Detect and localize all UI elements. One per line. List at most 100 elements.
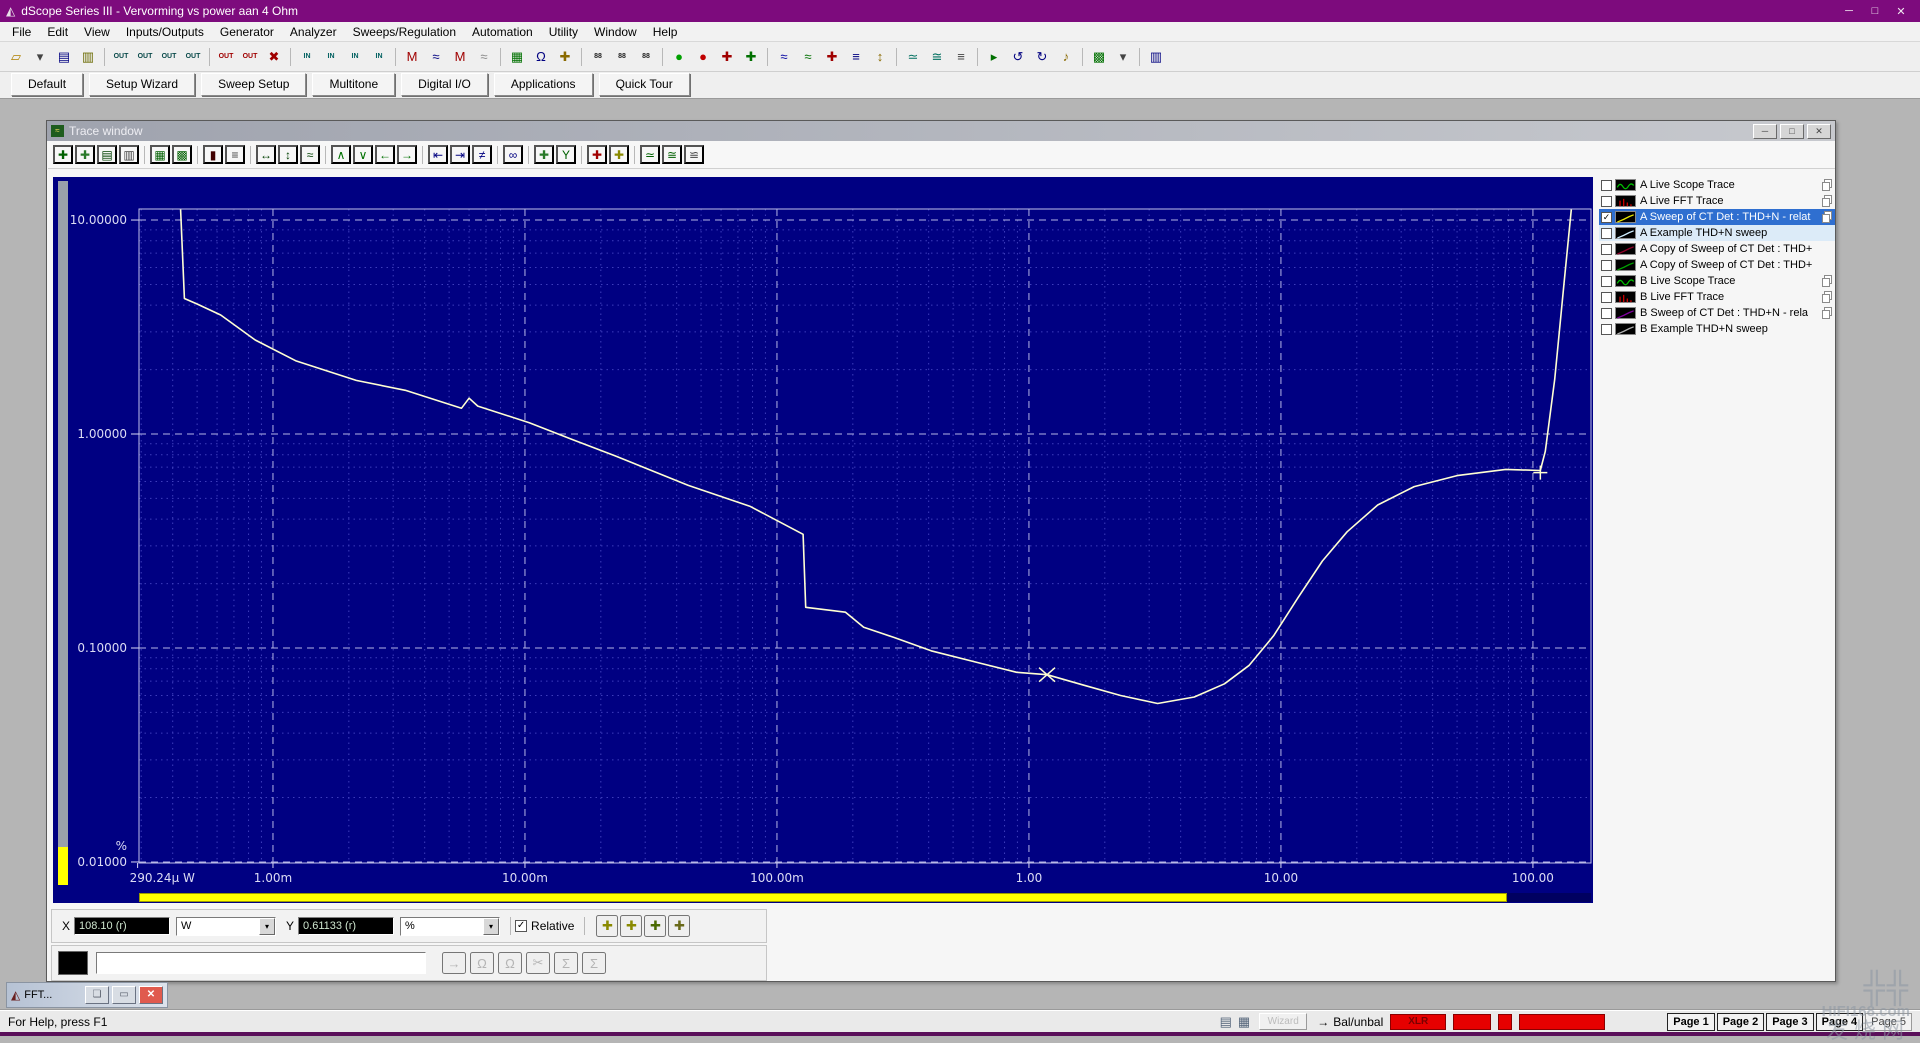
out-ch3-icon[interactable]: OUT (158, 46, 180, 68)
sum-eq-icon[interactable]: Σ (554, 952, 578, 974)
tab-digital-i-o[interactable]: Digital I/O (401, 73, 488, 96)
settings-tools-icon[interactable]: ✚ (554, 46, 576, 68)
regulation-1-icon[interactable]: ≃ (902, 46, 924, 68)
in-ch3-icon[interactable]: IN (344, 46, 366, 68)
in-ch1-icon[interactable]: IN (296, 46, 318, 68)
trace-list-item[interactable]: B Sweep of CT Det : THD+N - rela (1599, 305, 1835, 321)
cursor-goto-icon[interactable]: ✚ (644, 915, 666, 937)
page-button-1[interactable]: Page 1 (1667, 1013, 1714, 1031)
trace-visibility-checkbox[interactable] (1601, 324, 1612, 335)
trace-window-close-button[interactable]: ✕ (1807, 124, 1831, 139)
meter-icon[interactable]: Ω (530, 46, 552, 68)
trace-chart[interactable]: 290.24µ W1.00m10.00m100.00m1.0010.00100.… (53, 177, 1593, 903)
y-zoom-slider-handle[interactable] (58, 847, 68, 885)
shift-left-icon[interactable]: ← (375, 145, 395, 164)
grid-view-icon[interactable]: ▩ (1088, 46, 1110, 68)
trace-visibility-checkbox[interactable] (1601, 276, 1612, 287)
shift-up-icon[interactable]: ∧ (331, 145, 351, 164)
autofit-icon[interactable]: ≈ (300, 145, 320, 164)
graph-style-icon[interactable]: ▩ (172, 145, 192, 164)
out-mute2-icon[interactable]: OUT (239, 46, 261, 68)
fft-window-taskbar-item[interactable]: ◭ FFT... ❏ ▭ ✕ (6, 982, 168, 1008)
tab-default[interactable]: Default (11, 73, 83, 96)
menu-edit[interactable]: Edit (39, 23, 76, 41)
trace-list-item[interactable]: A Example THD+N sweep (1599, 225, 1835, 241)
trigger-icon[interactable]: ↕ (869, 46, 891, 68)
out-ch4-icon[interactable]: OUT (182, 46, 204, 68)
annotation-input[interactable] (96, 952, 426, 974)
script-redo-icon[interactable]: ↻ (1031, 46, 1053, 68)
inspect-icon[interactable]: ∞ (503, 145, 523, 164)
out-ch1-icon[interactable]: OUT (110, 46, 132, 68)
sweep-lines-2-icon[interactable]: ≈ (797, 46, 819, 68)
fft-maximize-button[interactable]: ▭ (112, 986, 136, 1004)
out-ch2-icon[interactable]: OUT (134, 46, 156, 68)
fft-restore-button[interactable]: ❏ (85, 986, 109, 1004)
start-run-icon[interactable]: ● (668, 46, 690, 68)
alert-bell-icon[interactable]: ♪ (1055, 46, 1077, 68)
trace-chart-canvas[interactable]: 290.24µ W1.00m10.00m100.00m1.0010.00100.… (53, 177, 1593, 903)
minimize-button[interactable]: ─ (1836, 5, 1862, 17)
shift-down-icon[interactable]: ∨ (353, 145, 373, 164)
bal-unbal-label[interactable]: Bal/unbal (1333, 1015, 1383, 1029)
zoom-x-icon[interactable]: ↔ (256, 145, 276, 164)
trace-visibility-checkbox[interactable] (1601, 260, 1612, 271)
menu-analyzer[interactable]: Analyzer (282, 23, 345, 41)
generator-panel-icon[interactable]: M (401, 46, 423, 68)
monitor-icon[interactable]: ▦ (1238, 1014, 1250, 1030)
cursor-b-icon[interactable]: ✚ (620, 915, 642, 937)
sweep-lines-icon[interactable]: ≈ (773, 46, 795, 68)
chevron-down-icon[interactable]: ▾ (483, 918, 499, 935)
x-unit-select[interactable]: W ▾ (176, 917, 276, 936)
menu-window[interactable]: Window (586, 23, 645, 41)
marker-red-icon[interactable]: ✚ (587, 145, 607, 164)
trace-window-minimize-button[interactable]: ─ (1753, 124, 1777, 139)
save-trace-icon[interactable]: ▤ (97, 145, 117, 164)
trace-window-maximize-button[interactable]: □ (1780, 124, 1804, 139)
wizard-button[interactable]: Wizard (1259, 1013, 1307, 1030)
out-mute1-icon[interactable]: OUT (215, 46, 237, 68)
loop-a-icon[interactable]: Ω (470, 952, 494, 974)
trace-list-item[interactable]: A Copy of Sweep of CT Det : THD+ (1599, 241, 1835, 257)
copy-trace-icon[interactable] (1821, 211, 1833, 226)
trace-visibility-checkbox[interactable] (1601, 244, 1612, 255)
cursor-delta-icon[interactable]: ≠ (472, 145, 492, 164)
outputs-off-icon[interactable]: ✖ (263, 46, 285, 68)
menu-inputs-outputs[interactable]: Inputs/Outputs (118, 23, 212, 41)
led-meter-1-icon[interactable]: 88 (587, 46, 609, 68)
menu-help[interactable]: Help (645, 23, 686, 41)
generator-wave-icon[interactable]: ≈ (425, 46, 447, 68)
fft-close-button[interactable]: ✕ (139, 986, 163, 1004)
report-icon[interactable]: ▥ (1145, 46, 1167, 68)
copy-trace-icon[interactable] (1821, 307, 1833, 322)
table-display-icon[interactable]: ≡ (225, 145, 245, 164)
trace-list-item[interactable]: ✓A Sweep of CT Det : THD+N - relat (1599, 209, 1835, 225)
regulation-3-icon[interactable]: ≡ (950, 46, 972, 68)
tab-sweep-setup[interactable]: Sweep Setup (201, 73, 306, 96)
copy-trace-icon[interactable]: ▥ (119, 145, 139, 164)
trace-visibility-checkbox[interactable] (1601, 196, 1612, 207)
trace-list-item[interactable]: A Live FFT Trace (1599, 193, 1835, 209)
trace-visibility-checkbox[interactable] (1601, 180, 1612, 191)
open-file-icon[interactable]: ▱ (5, 46, 27, 68)
menu-file[interactable]: File (4, 23, 39, 41)
graph-settings-icon[interactable]: ▦ (150, 145, 170, 164)
led-meter-2-icon[interactable]: 88 (611, 46, 633, 68)
page-button-4[interactable]: Page 4 (1816, 1013, 1863, 1031)
loop-b-icon[interactable]: Ω (498, 952, 522, 974)
axis-labels-icon[interactable]: Y (556, 145, 576, 164)
menu-view[interactable]: View (76, 23, 118, 41)
cursor-right-icon[interactable]: ⇥ (450, 145, 470, 164)
menu-utility[interactable]: Utility (541, 23, 586, 41)
trace-visibility-checkbox[interactable]: ✓ (1601, 212, 1612, 223)
copy-trace-icon[interactable] (1821, 291, 1833, 306)
cursor-pick-icon[interactable]: ✚ (53, 145, 73, 164)
in-ch2-icon[interactable]: IN (320, 46, 342, 68)
zoom-y-icon[interactable]: ↕ (278, 145, 298, 164)
page-button-2[interactable]: Page 2 (1717, 1013, 1764, 1031)
export-icon[interactable]: ▥ (77, 46, 99, 68)
tab-setup-wizard[interactable]: Setup Wizard (89, 73, 195, 96)
annotate-icon[interactable]: ✚ (534, 145, 554, 164)
normalize-icon[interactable]: ≌ (684, 145, 704, 164)
grid-dropdown-icon[interactable]: ▾ (1112, 46, 1134, 68)
